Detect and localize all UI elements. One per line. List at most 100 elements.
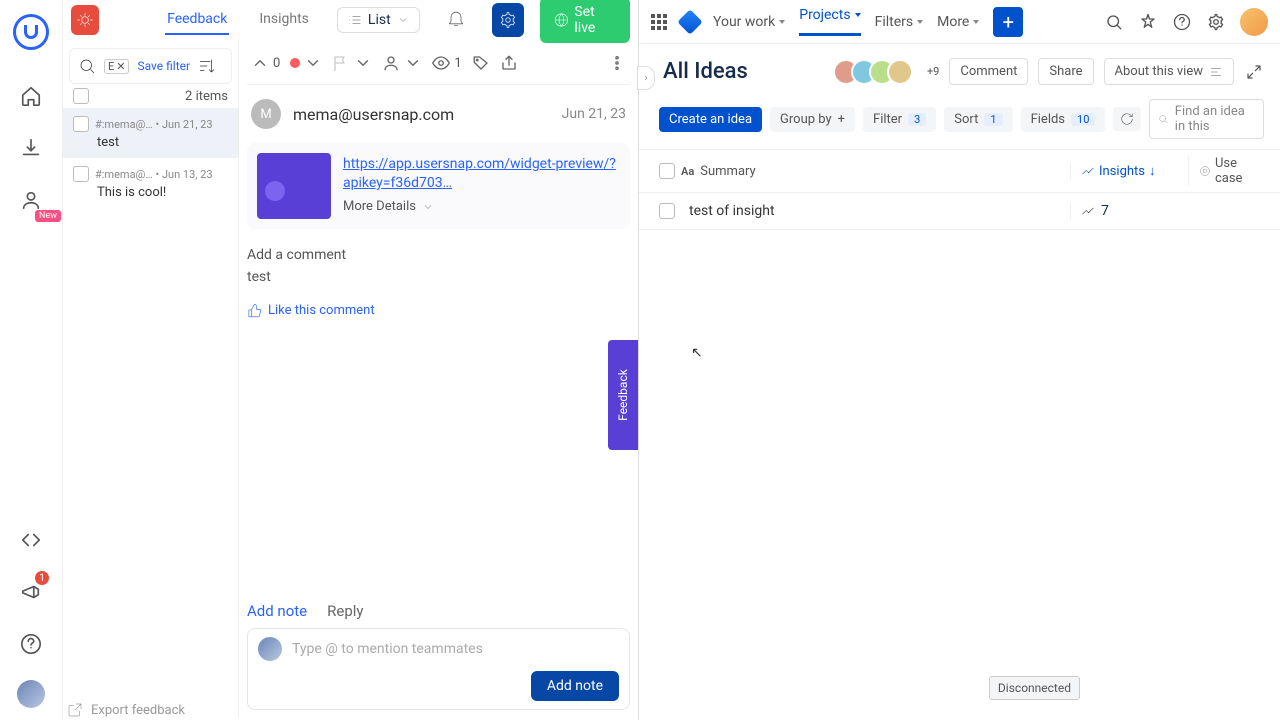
list-view-button[interactable]: List xyxy=(337,7,420,33)
chevron-down-icon xyxy=(354,54,372,72)
like-comment-button[interactable]: Like this comment xyxy=(247,303,630,318)
usersnap-topbar: Feedback Insights List Set live xyxy=(63,0,638,40)
save-filter-link[interactable]: Save filter xyxy=(137,59,190,73)
nav-your-work[interactable]: Your work xyxy=(713,14,785,30)
feedback-list-column: E✕ Save filter 2 items #:mema@… • Jun 21… xyxy=(63,40,239,718)
user-icon[interactable]: New xyxy=(15,184,47,216)
row-insights[interactable]: 7 xyxy=(1070,203,1188,219)
controls-row: Create an idea Group by+ Filter3 Sort1 F… xyxy=(639,95,1280,149)
more-menu-button[interactable] xyxy=(608,54,626,72)
note-input[interactable]: Type @ to mention teammates Add note xyxy=(247,628,630,710)
settings-button[interactable] xyxy=(492,3,524,37)
home-icon[interactable] xyxy=(15,80,47,112)
tab-add-note[interactable]: Add note xyxy=(247,598,307,624)
col-insights[interactable]: Insights↓ xyxy=(1070,163,1188,179)
detail-toolbar: 0 1 xyxy=(247,48,630,85)
comment-button[interactable]: Comment xyxy=(949,58,1028,85)
nav-more[interactable]: More xyxy=(937,14,979,30)
nav-projects[interactable]: Projects xyxy=(799,7,860,36)
notifications-icon[interactable] xyxy=(1138,12,1158,32)
disconnected-badge: Disconnected xyxy=(989,676,1080,700)
help-icon[interactable] xyxy=(1172,12,1192,32)
more-details-toggle[interactable]: More Details xyxy=(343,199,620,214)
nav-filters[interactable]: Filters xyxy=(875,14,924,30)
flag-dropdown[interactable] xyxy=(332,54,372,72)
view-header: All Ideas +9 Comment Share About this vi… xyxy=(639,44,1280,95)
feedback-side-tab[interactable]: Feedback xyxy=(608,340,638,450)
sort-chip[interactable]: Sort1 xyxy=(944,107,1012,132)
screenshot-thumbnail[interactable] xyxy=(257,153,331,219)
attachment-card: https://app.usersnap.com/widget-preview/… xyxy=(247,143,630,229)
table-row[interactable]: test of insight 7 xyxy=(639,193,1280,230)
list-item[interactable]: #:mema@… • Jun 21, 23 test xyxy=(63,108,238,158)
announce-count-badge: 1 xyxy=(35,571,49,585)
refresh-button[interactable] xyxy=(1113,107,1141,131)
jira-logo-icon[interactable] xyxy=(677,9,702,34)
view-title: All Ideas xyxy=(663,59,748,84)
fields-chip[interactable]: Fields10 xyxy=(1021,107,1106,132)
select-all-checkbox[interactable] xyxy=(659,163,675,179)
item-checkbox[interactable] xyxy=(73,166,89,182)
set-live-label: Set live xyxy=(574,4,616,36)
profile-avatar[interactable] xyxy=(1240,8,1268,36)
col-usecase[interactable]: Use case xyxy=(1188,156,1260,186)
tag-button[interactable] xyxy=(472,54,490,72)
row-checkbox[interactable] xyxy=(659,203,675,219)
code-icon[interactable] xyxy=(15,524,47,556)
author-avatar: M xyxy=(251,99,281,129)
share-button[interactable]: Share xyxy=(1038,58,1093,85)
find-idea-input[interactable]: Find an idea in this xyxy=(1149,99,1264,139)
table-header: Aa Summary Insights↓ Use case xyxy=(639,149,1280,193)
about-view-button[interactable]: About this view xyxy=(1104,58,1234,85)
search-icon[interactable] xyxy=(1104,12,1124,32)
export-feedback[interactable]: Export feedback xyxy=(63,694,238,718)
select-all-checkbox[interactable] xyxy=(73,88,89,104)
bug-icon[interactable] xyxy=(71,5,99,35)
set-live-button[interactable]: Set live xyxy=(540,0,631,43)
sort-icon[interactable] xyxy=(198,57,216,75)
filter-chip[interactable]: E✕ xyxy=(104,59,129,74)
avatars-stack[interactable] xyxy=(841,59,913,85)
attachment-link[interactable]: https://app.usersnap.com/widget-preview/… xyxy=(343,156,616,191)
list-item[interactable]: #:mema@… • Jun 13, 23 This is cool! xyxy=(63,158,238,208)
share-button[interactable] xyxy=(500,54,518,72)
download-icon[interactable] xyxy=(15,132,47,164)
help-icon[interactable] xyxy=(15,628,47,660)
new-badge: New xyxy=(35,210,61,222)
app-switcher-icon[interactable] xyxy=(651,14,667,30)
nav-up-button[interactable]: 0 xyxy=(251,54,280,72)
status-dot-icon xyxy=(290,58,300,68)
author-email: mema@usersnap.com xyxy=(293,105,454,124)
tab-reply[interactable]: Reply xyxy=(327,598,363,624)
chevron-down-icon xyxy=(422,201,434,213)
settings-icon[interactable] xyxy=(1206,12,1226,32)
item-checkbox[interactable] xyxy=(73,116,89,132)
pane-collapse-button[interactable]: › xyxy=(637,66,655,90)
bell-icon[interactable] xyxy=(446,8,466,32)
tab-insights[interactable]: Insights xyxy=(257,5,311,35)
usersnap-logo-icon[interactable] xyxy=(13,14,49,50)
add-note-button[interactable]: Add note xyxy=(531,671,619,701)
tab-feedback[interactable]: Feedback xyxy=(165,5,229,35)
row-summary: test of insight xyxy=(689,203,775,219)
status-dropdown[interactable] xyxy=(290,54,322,72)
detail-date: Jun 21, 23 xyxy=(562,106,626,122)
announce-icon[interactable]: 1 xyxy=(15,576,47,608)
assignee-dropdown[interactable] xyxy=(382,54,422,72)
note-avatar xyxy=(258,637,282,661)
create-button[interactable]: + xyxy=(993,7,1023,37)
items-count: 2 items xyxy=(185,89,228,104)
views-count[interactable]: 1 xyxy=(432,54,461,72)
avatars-more[interactable]: +9 xyxy=(927,65,939,78)
search-icon[interactable] xyxy=(78,57,96,75)
usersnap-sidebar: New 1 xyxy=(0,0,63,720)
item-body: This is cool! xyxy=(97,185,228,200)
list-view-label: List xyxy=(368,12,391,28)
expand-icon[interactable] xyxy=(1244,62,1264,82)
jira-topbar: Your work Projects Filters More + xyxy=(639,0,1280,44)
group-by-chip[interactable]: Group by+ xyxy=(770,107,855,132)
col-summary[interactable]: Summary xyxy=(700,164,755,179)
create-idea-button[interactable]: Create an idea xyxy=(659,107,762,132)
filter-chip[interactable]: Filter3 xyxy=(863,107,936,132)
user-avatar[interactable] xyxy=(17,680,45,708)
